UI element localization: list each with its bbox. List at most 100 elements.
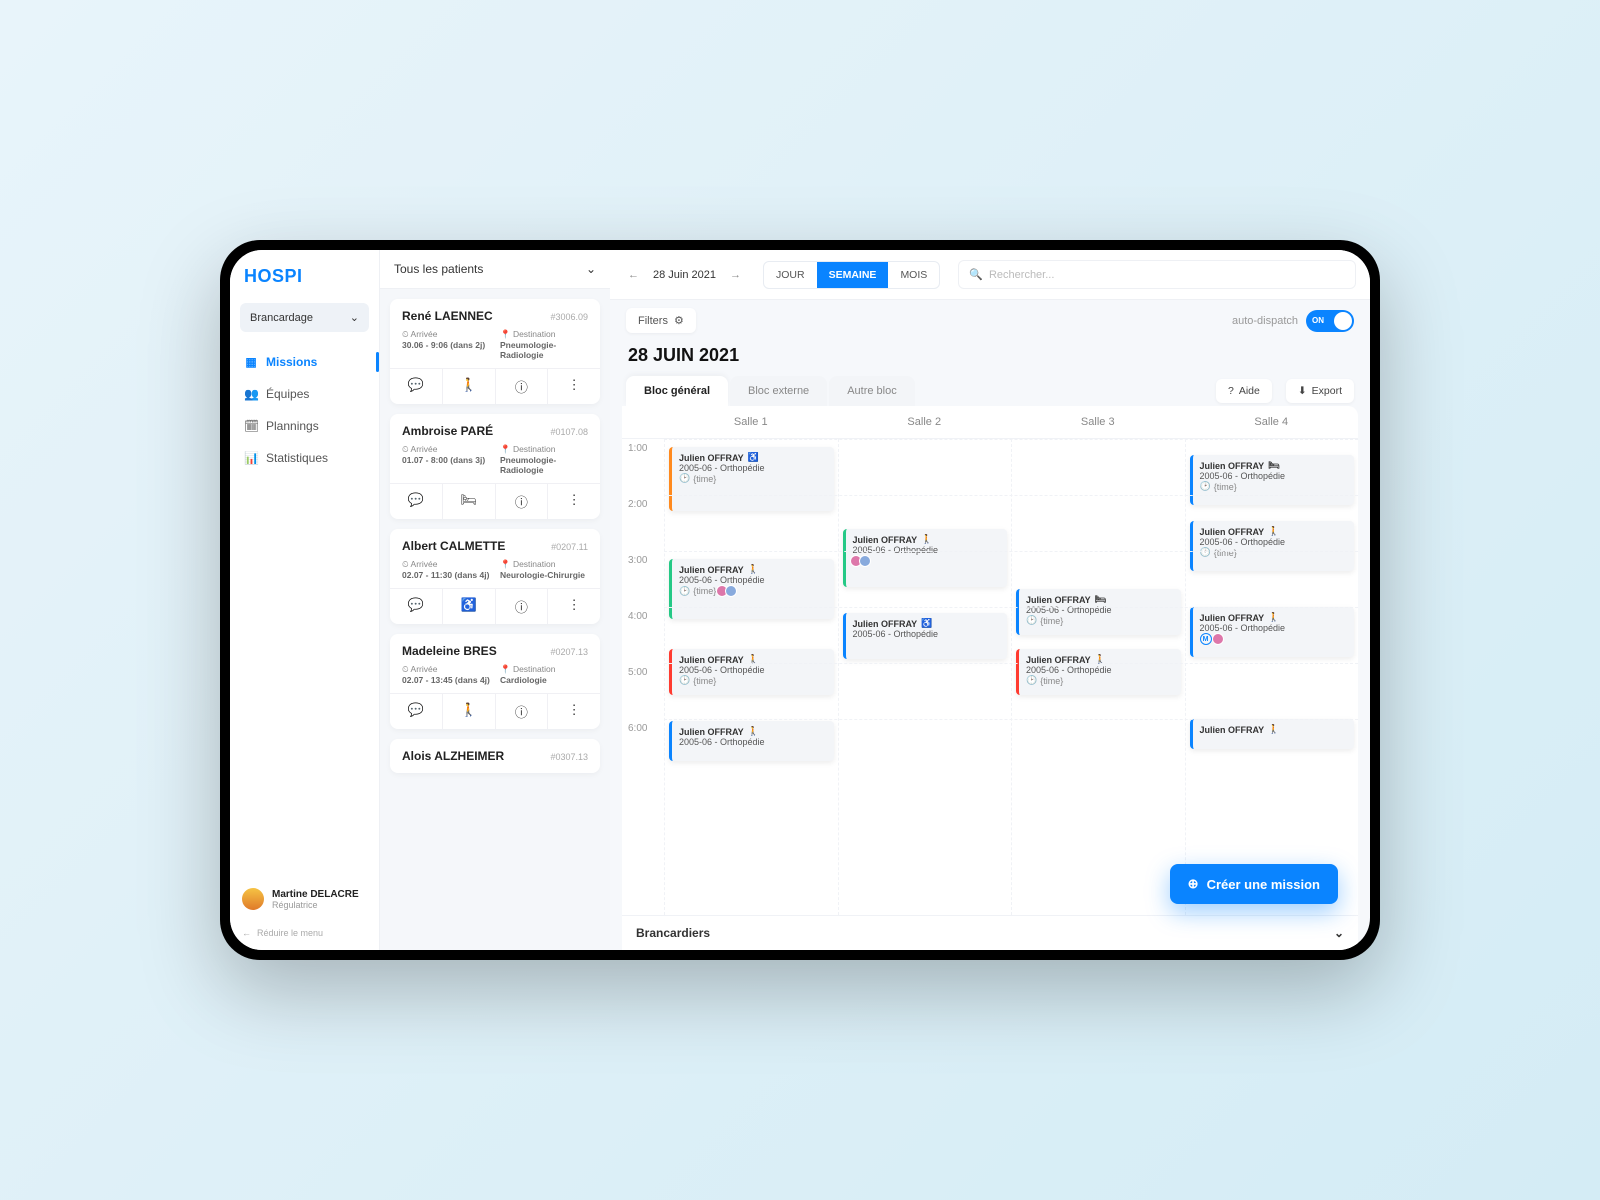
view-jour[interactable]: JOUR: [764, 262, 817, 288]
filters-button[interactable]: Filters ⚙: [626, 308, 696, 333]
department-select[interactable]: Brancardage ⌄: [240, 303, 369, 332]
nav-item-statistiques[interactable]: 📊Statistiques: [230, 442, 379, 474]
patient-card[interactable]: René LAENNEC#3006.09 ⏲ Arrivée30.06 - 9:…: [390, 299, 600, 404]
help-button[interactable]: ?Aide: [1216, 379, 1272, 403]
patient-info-icon[interactable]: ⓘ: [496, 694, 549, 729]
schedule-event[interactable]: Julien OFFRAY 🚶 2005-06 - Orthopédie 🕑{t…: [1016, 649, 1181, 695]
event-time: 🕑{time}: [679, 675, 827, 686]
patient-name: Ambroise PARÉ: [402, 424, 493, 438]
auto-dispatch-toggle[interactable]: ON: [1306, 310, 1354, 332]
patient-more-icon[interactable]: ⋮: [548, 369, 600, 404]
event-detail: 2005-06 - Orthopédie: [679, 665, 827, 675]
schedule-event[interactable]: Julien OFFRAY 🚶 2005-06 - Orthopédie: [843, 529, 1008, 587]
nav-item-plannings[interactable]: 🗓Plannings: [230, 410, 379, 442]
patient-card[interactable]: Albert CALMETTE#0207.11 ⏲ Arrivée02.07 -…: [390, 529, 600, 624]
bloc-tab[interactable]: Autre bloc: [829, 376, 915, 406]
schedule-event[interactable]: Julien OFFRAY 🚶 2005-06 - Orthopédie 🕑{t…: [1190, 521, 1355, 571]
nav-label: Missions: [266, 355, 317, 369]
avatar: [242, 888, 264, 910]
time-label: 2:00: [622, 495, 664, 551]
collapse-menu[interactable]: ← Réduire le menu: [230, 920, 379, 950]
search-placeholder: Rechercher...: [989, 269, 1054, 281]
collapse-label: Réduire le menu: [257, 928, 323, 938]
schedule-lane: Julien OFFRAY ♿ 2005-06 - Orthopédie 🕑{t…: [664, 439, 838, 915]
brancardiers-label: Brancardiers: [636, 926, 710, 940]
mobility-icon: 🛏: [1268, 460, 1279, 471]
toggle-value: ON: [1308, 316, 1324, 325]
time-label: 1:00: [622, 439, 664, 495]
schedule-event[interactable]: Julien OFFRAY 🛏 2005-06 - Orthopédie 🕑{t…: [1190, 455, 1355, 505]
schedule-event[interactable]: Julien OFFRAY 🚶: [1190, 719, 1355, 749]
schedule-event[interactable]: Julien OFFRAY 🚶 2005-06 - Orthopédie: [669, 721, 834, 761]
nav-item-équipes[interactable]: 👥Équipes: [230, 378, 379, 410]
patient-mobility-icon[interactable]: ♿: [443, 589, 496, 624]
download-icon: ⬇: [1298, 385, 1307, 397]
event-detail: 2005-06 - Orthopédie: [679, 463, 827, 473]
patient-chat-icon[interactable]: 💬: [390, 484, 443, 519]
bloc-tab[interactable]: Bloc général: [626, 376, 728, 406]
time-label: 5:00: [622, 663, 664, 719]
mobility-icon: 🚶: [1268, 612, 1279, 623]
current-user[interactable]: Martine DELACRE Régulatrice: [230, 878, 379, 920]
create-mission-button[interactable]: ⊕ Créer une mission: [1170, 864, 1338, 904]
mobility-icon: 🚶: [921, 534, 932, 545]
room-header: Salle 4: [1185, 406, 1359, 438]
patient-id: #0207.11: [551, 542, 588, 552]
user-role: Régulatrice: [272, 900, 359, 910]
prev-arrow-icon[interactable]: ←: [624, 265, 643, 285]
topbar-date: 28 Juin 2021: [653, 269, 716, 281]
patient-filter-select[interactable]: Tous les patients ⌄: [380, 250, 610, 289]
patient-info-icon[interactable]: ⓘ: [496, 484, 549, 519]
clock-icon: 🕑: [679, 675, 690, 686]
mobility-icon: 🚶: [1268, 724, 1279, 735]
patient-more-icon[interactable]: ⋮: [548, 694, 600, 729]
schedule-event[interactable]: Julien OFFRAY 🚶 2005-06 - Orthopédie 🕑{t…: [669, 649, 834, 695]
patient-mobility-icon[interactable]: 🛏: [443, 484, 496, 519]
bloc-tab[interactable]: Bloc externe: [730, 376, 827, 406]
logo: HOSPI: [230, 250, 379, 297]
help-label: Aide: [1239, 385, 1260, 397]
patient-mobility-icon[interactable]: 🚶: [443, 369, 496, 404]
view-semaine[interactable]: SEMAINE: [817, 262, 889, 288]
patient-id: #0107.08: [550, 427, 588, 437]
patient-card[interactable]: Alois ALZHEIMER#0307.13: [390, 739, 600, 773]
main-area: ← 28 Juin 2021 → JOURSEMAINEMOIS 🔍 Reche…: [610, 250, 1370, 950]
patient-more-icon[interactable]: ⋮: [548, 589, 600, 624]
event-name: Julien OFFRAY 🚶: [1200, 526, 1348, 537]
time-label: 6:00: [622, 719, 664, 775]
patient-card[interactable]: Madeleine BRES#0207.13 ⏲ Arrivée02.07 - …: [390, 634, 600, 729]
schedule-event[interactable]: Julien OFFRAY 🛏 2005-06 - Orthopédie 🕑{t…: [1016, 589, 1181, 635]
patient-more-icon[interactable]: ⋮: [548, 484, 600, 519]
nav-item-missions[interactable]: ▦Missions: [230, 346, 379, 378]
auto-dispatch-label: auto-dispatch: [1232, 315, 1298, 327]
event-detail: 2005-06 - Orthopédie: [679, 737, 827, 747]
export-button[interactable]: ⬇Export: [1286, 379, 1354, 403]
schedule-event[interactable]: Julien OFFRAY ♿ 2005-06 - Orthopédie: [843, 613, 1008, 659]
schedule-event[interactable]: Julien OFFRAY 🚶 2005-06 - Orthopédie 🕑{t…: [669, 559, 834, 619]
brancardiers-row[interactable]: Brancardiers ⌄: [622, 915, 1358, 950]
schedule-event[interactable]: Julien OFFRAY 🚶 2005-06 - Orthopédie M: [1190, 607, 1355, 657]
schedule-grid: Salle 1Salle 2Salle 3Salle 4 1:002:003:0…: [622, 406, 1358, 950]
schedule-event[interactable]: Julien OFFRAY ♿ 2005-06 - Orthopédie 🕑{t…: [669, 447, 834, 511]
patient-card[interactable]: Ambroise PARÉ#0107.08 ⏲ Arrivée01.07 - 8…: [390, 414, 600, 519]
search-input[interactable]: 🔍 Rechercher...: [958, 260, 1356, 289]
toggle-knob: [1334, 312, 1352, 330]
patient-info-icon[interactable]: ⓘ: [496, 369, 549, 404]
patient-chat-icon[interactable]: 💬: [390, 369, 443, 404]
next-arrow-icon[interactable]: →: [726, 265, 745, 285]
patient-info-icon[interactable]: ⓘ: [496, 589, 549, 624]
mobility-icon: 🛏: [1095, 594, 1106, 605]
event-detail: 2005-06 - Orthopédie: [1200, 623, 1348, 633]
nav-icon: 🗓: [244, 419, 258, 433]
patient-chat-icon[interactable]: 💬: [390, 589, 443, 624]
event-name: Julien OFFRAY 🚶: [1200, 612, 1348, 623]
event-name: Julien OFFRAY 🚶: [679, 726, 827, 737]
patient-chat-icon[interactable]: 💬: [390, 694, 443, 729]
patient-mobility-icon[interactable]: 🚶: [443, 694, 496, 729]
event-detail: 2005-06 - Orthopédie: [1200, 471, 1348, 481]
view-mois[interactable]: MOIS: [888, 262, 939, 288]
logo-text: HOSPI: [244, 266, 303, 286]
event-time: 🕑{time}: [1200, 481, 1348, 492]
plus-icon: ⊕: [1188, 876, 1199, 892]
clock-icon: 🕑: [1200, 481, 1211, 492]
